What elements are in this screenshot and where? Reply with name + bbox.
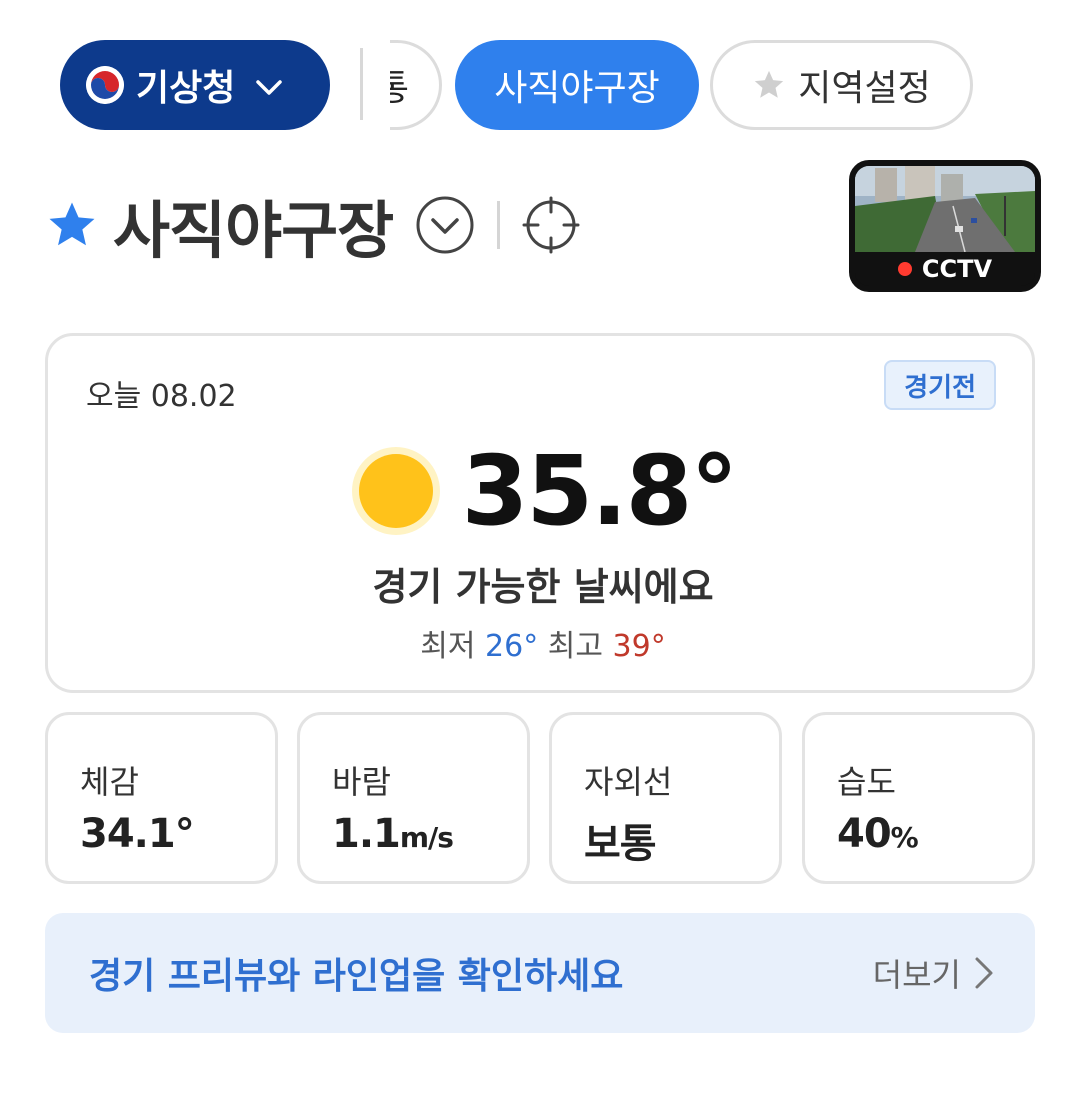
stat-unit: m/s (399, 821, 454, 854)
region-settings-button[interactable]: 지역설정 (710, 40, 973, 130)
stat-value: 보통 (584, 811, 657, 869)
stat-value-number: 34.1° (80, 811, 195, 857)
stat-label: 바람 (332, 763, 391, 801)
stat-unit: % (890, 821, 919, 854)
live-dot-icon (897, 262, 912, 276)
weather-page: 기상청 통 사직야구장 지역설정 사직야구장 CCTV 오늘 08.02 경기전… (0, 0, 1080, 1099)
max-label: 최고 (547, 629, 603, 664)
stat-value: 34.1° (80, 811, 195, 857)
chevron-down-icon (255, 65, 283, 106)
cctv-label-text: CCTV (921, 255, 993, 283)
stat-label: 체감 (80, 763, 139, 801)
location-chip-partial-label: 통 (375, 68, 409, 109)
min-value: 26° (485, 629, 539, 664)
location-header: 사직야구장 (45, 180, 580, 270)
game-preview-text: 경기 프리뷰와 라인업을 확인하세요 (89, 956, 624, 997)
location-chip-sajik[interactable]: 사직야구장 (455, 40, 699, 130)
kma-logo-icon (86, 66, 124, 104)
weather-source-selector[interactable]: 기상청 (60, 40, 330, 130)
stat-wind: 바람 1.1m/s (297, 712, 530, 884)
min-label: 최저 (420, 629, 476, 664)
more-link-label: 더보기 (872, 956, 961, 994)
page-title: 사직야구장 (113, 194, 394, 267)
chevron-right-icon (973, 956, 995, 990)
today-date: 오늘 08.02 (86, 379, 237, 414)
game-status-badge: 경기전 (884, 360, 996, 410)
crosshair-icon[interactable] (522, 196, 580, 254)
stat-humidity: 습도 40% (802, 712, 1035, 884)
region-settings-label: 지역설정 (798, 68, 931, 109)
today-weather-card: 오늘 08.02 경기전 35.8° 경기 가능한 날씨에요 최저 26° 최고… (45, 333, 1035, 693)
stat-value-number: 1.1 (332, 811, 401, 857)
cctv-thumbnail (855, 166, 1035, 252)
min-max-temperature: 최저 26° 최고 39° (48, 621, 1038, 665)
chip-divider (360, 48, 363, 120)
max-value: 39° (612, 629, 666, 664)
stat-feels-like: 체감 34.1° (45, 712, 278, 884)
star-icon[interactable] (45, 198, 99, 252)
title-divider (497, 201, 501, 249)
stat-label: 습도 (837, 763, 896, 801)
chevron-down-circle-icon[interactable] (415, 195, 475, 255)
sun-icon (350, 445, 442, 537)
stat-value: 1.1m/s (332, 811, 454, 857)
location-chip-sajik-label: 사직야구장 (494, 68, 660, 109)
temperature-row: 35.8° (48, 435, 1038, 547)
stat-value-number: 보통 (584, 821, 657, 867)
stat-value: 40% (837, 811, 919, 857)
stat-value-number: 40 (837, 811, 892, 857)
cctv-button[interactable]: CCTV (849, 160, 1041, 292)
game-preview-banner[interactable]: 경기 프리뷰와 라인업을 확인하세요 더보기 (45, 913, 1035, 1033)
weather-stats: 체감 34.1° 바람 1.1m/s 자외선 보통 습도 40% (45, 712, 1035, 884)
stat-label: 자외선 (584, 763, 673, 801)
location-chip-bar: 기상청 통 사직야구장 지역설정 (0, 40, 1080, 130)
weather-source-label: 기상청 (136, 68, 236, 109)
cctv-label: CCTV (855, 252, 1035, 286)
star-icon (752, 68, 786, 102)
current-temperature: 35.8° (461, 435, 739, 547)
weather-condition: 경기 가능한 날씨에요 (372, 565, 714, 609)
more-link[interactable]: 더보기 (873, 913, 995, 1033)
stat-uv: 자외선 보통 (549, 712, 782, 884)
